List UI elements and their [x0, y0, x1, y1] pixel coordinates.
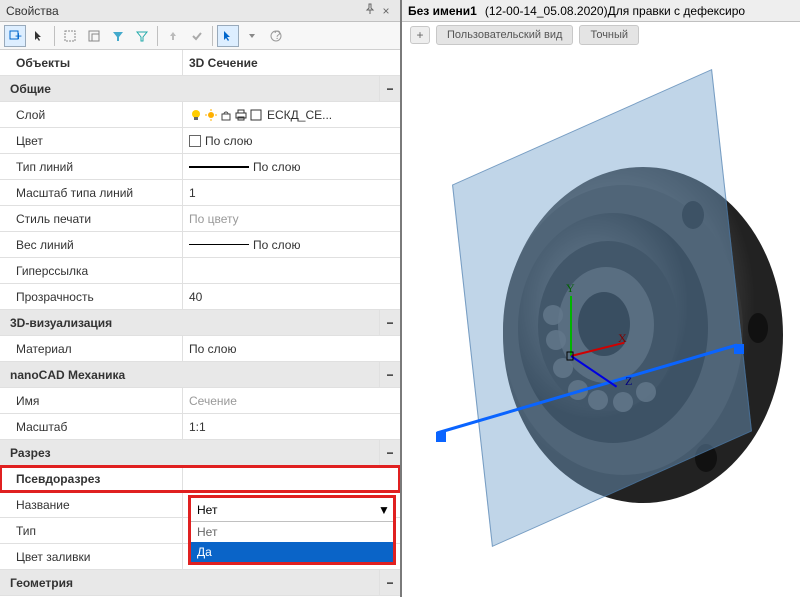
arrow-up-icon[interactable] — [162, 25, 184, 47]
y-axis-label: Y — [566, 281, 575, 296]
hyperlink-value[interactable] — [183, 258, 400, 283]
dropdown-display[interactable]: Нет ▼ — [191, 498, 393, 522]
line-sample-icon — [189, 244, 249, 245]
select-cursor-icon[interactable] — [217, 25, 239, 47]
group-geometry[interactable]: Геометрия − — [0, 570, 400, 596]
section-grip[interactable] — [436, 432, 446, 442]
document-info: (12-00-14_05.08.2020)Для правки с дефекс… — [485, 4, 745, 18]
lock-icon — [219, 108, 233, 122]
collapse-icon[interactable]: − — [380, 368, 400, 382]
group-section[interactable]: Разрез − — [0, 440, 400, 466]
layer-swatch-icon — [249, 108, 263, 122]
z-axis-label: Z — [625, 374, 632, 389]
pseudosection-dropdown[interactable]: Нет ▼ Нет Да — [188, 495, 396, 565]
scale-value[interactable]: 1:1 — [183, 414, 400, 439]
material-row: Материал По слою — [0, 336, 400, 362]
svg-text:?: ? — [274, 29, 281, 42]
origin-icon — [565, 351, 575, 361]
lineweight-row: Вес линий По слою — [0, 232, 400, 258]
check-icon[interactable] — [186, 25, 208, 47]
objects-value[interactable]: 3D Сечение — [183, 50, 400, 75]
x-axis-label: X — [618, 331, 627, 346]
linetype-row: Тип линий По слою — [0, 154, 400, 180]
transparency-value[interactable]: 40 — [183, 284, 400, 309]
toolbar-separator — [157, 26, 158, 46]
panel-header: Свойства × — [0, 0, 400, 22]
linetype-value[interactable]: По слою — [183, 154, 400, 179]
name-row: Имя Сечение — [0, 388, 400, 414]
box-1-icon[interactable] — [59, 25, 81, 47]
properties-panel: Свойства × + ? Объекты 3D Сечение Общие … — [0, 0, 402, 597]
lineweight-value[interactable]: По слою — [183, 232, 400, 257]
toolbar-separator — [212, 26, 213, 46]
filter-teal-icon[interactable] — [131, 25, 153, 47]
transparency-row: Прозрачность 40 — [0, 284, 400, 310]
dropdown-triangle-icon[interactable] — [241, 25, 263, 47]
color-value[interactable]: По слою — [183, 128, 400, 153]
linescale-row: Масштаб типа линий 1 — [0, 180, 400, 206]
dropdown-option-no[interactable]: Нет — [191, 522, 393, 542]
properties-toolbar: + ? — [0, 22, 400, 50]
collapse-icon[interactable]: − — [380, 316, 400, 330]
box-2-icon[interactable] — [83, 25, 105, 47]
axis-gizmo[interactable]: Y X Z — [570, 356, 571, 357]
view-pill-custom[interactable]: Пользовательский вид — [436, 25, 573, 45]
group-3dviz[interactable]: 3D-визуализация − — [0, 310, 400, 336]
section-grip[interactable] — [734, 344, 744, 354]
chevron-down-icon[interactable]: ▼ — [375, 503, 393, 517]
view-pill-precise[interactable]: Точный — [579, 25, 639, 45]
group-general[interactable]: Общие − — [0, 76, 400, 102]
line-sample-icon — [189, 166, 249, 168]
layer-value[interactable]: ЕСКД_СЕ... — [183, 102, 400, 127]
section-line[interactable] — [432, 333, 742, 443]
color-row: Цвет По слою — [0, 128, 400, 154]
group-nanocad[interactable]: nanoCAD Механика − — [0, 362, 400, 388]
scale-row: Масштаб 1:1 — [0, 414, 400, 440]
viewport-panel: Без имени1 (12-00-14_05.08.2020)Для прав… — [402, 0, 800, 597]
layer-row: Слой ЕСКД_СЕ... — [0, 102, 400, 128]
pseudosection-value[interactable] — [183, 466, 400, 491]
plotstyle-value: По цвету — [183, 206, 400, 231]
close-icon[interactable]: × — [378, 4, 394, 18]
objects-row: Объекты 3D Сечение — [0, 50, 400, 76]
sun-icon — [204, 108, 218, 122]
hyperlink-row: Гиперссылка — [0, 258, 400, 284]
layer-icons — [189, 108, 263, 122]
dropdown-option-yes[interactable]: Да — [191, 542, 393, 562]
color-swatch — [189, 135, 201, 147]
print-icon — [234, 108, 248, 122]
linescale-value[interactable]: 1 — [183, 180, 400, 205]
cursor-icon[interactable] — [28, 25, 50, 47]
toolbar-separator — [54, 26, 55, 46]
name-value: Сечение — [183, 388, 400, 413]
collapse-icon[interactable]: − — [380, 576, 400, 590]
help-icon[interactable]: ? — [265, 25, 287, 47]
material-value[interactable]: По слою — [183, 336, 400, 361]
document-tab[interactable]: Без имени1 — [408, 4, 477, 18]
y-axis[interactable] — [570, 296, 572, 356]
svg-text:+: + — [15, 29, 22, 43]
bulb-icon — [189, 108, 203, 122]
add-selection-icon[interactable]: + — [4, 25, 26, 47]
objects-label: Объекты — [0, 50, 183, 75]
plotstyle-row: Стиль печати По цвету — [0, 206, 400, 232]
pseudosection-row: Псевдоразрез — [0, 466, 400, 492]
model-viewport[interactable]: Y X Z — [402, 48, 800, 597]
add-view-button[interactable]: + — [410, 26, 430, 44]
panel-title: Свойства — [6, 4, 362, 18]
view-breadcrumb: + Пользовательский вид Точный — [402, 22, 800, 48]
pin-icon[interactable] — [362, 3, 378, 18]
filter-blue-icon[interactable] — [107, 25, 129, 47]
collapse-icon[interactable]: − — [380, 446, 400, 460]
viewport-header: Без имени1 (12-00-14_05.08.2020)Для прав… — [402, 0, 800, 22]
collapse-icon[interactable]: − — [380, 82, 400, 96]
